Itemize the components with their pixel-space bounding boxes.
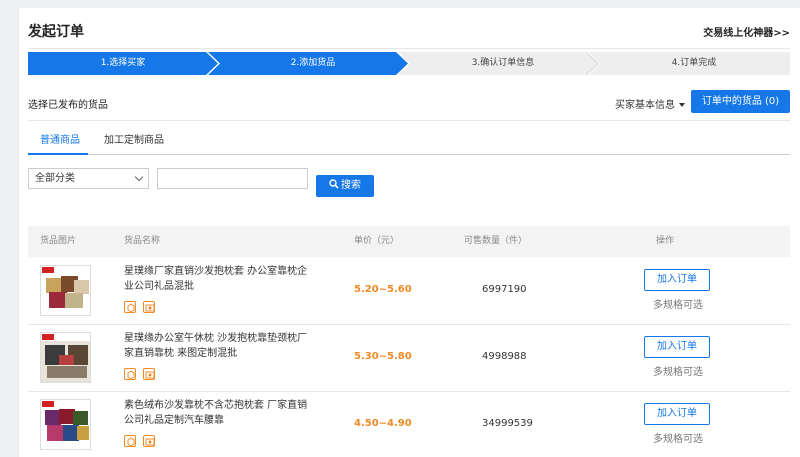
- step-3: 3.确认订单信息: [471, 58, 535, 68]
- col-name: 货品名称: [124, 236, 161, 246]
- tab-divider: [28, 154, 790, 155]
- product-qty: 6997190: [482, 284, 527, 295]
- table-row: 素色绒布沙发靠枕不含芯抱枕套 厂家直销公司礼品定制汽车腰靠 4.50~4.90 …: [28, 392, 790, 457]
- step-1: 1.选择买家: [100, 58, 146, 68]
- add-to-order-button[interactable]: 加入订单: [644, 336, 710, 358]
- store-tag-icon: [42, 334, 54, 340]
- caret-down-icon: [679, 103, 685, 107]
- store-tag-icon: [42, 267, 54, 273]
- chevron-down-icon: [134, 172, 144, 182]
- guarantee-icon: [124, 435, 136, 447]
- product-image: [40, 265, 91, 316]
- col-image: 货品图片: [40, 236, 77, 246]
- product-qty: 4998988: [482, 351, 527, 362]
- product-name[interactable]: 星璞缘厂家直销沙发抱枕套 办公室靠枕企业公司礼品混批: [124, 264, 310, 294]
- step-4: 4.订单完成: [671, 58, 717, 68]
- tab-normal-goods[interactable]: 普通商品: [40, 131, 80, 146]
- search-icon: [329, 179, 339, 189]
- image-badge-icon: [143, 301, 156, 313]
- search-input[interactable]: [157, 168, 308, 189]
- guarantee-icon: [124, 301, 136, 313]
- header-divider: [28, 48, 790, 49]
- store-tag-icon: [42, 401, 54, 407]
- col-action: 操作: [656, 236, 675, 246]
- page-title: 发起订单: [28, 24, 84, 40]
- table-header: 货品图片 货品名称 单价（元） 可售数量（件） 操作: [28, 226, 790, 257]
- toolbar-divider: [28, 120, 790, 121]
- search-button[interactable]: 搜索: [316, 175, 374, 197]
- guarantee-icon: [124, 368, 136, 380]
- product-badges: [124, 368, 159, 383]
- multi-spec-note: 多规格可选: [653, 367, 703, 378]
- product-image: [40, 332, 91, 383]
- product-qty: 34999539: [482, 418, 533, 429]
- step-progress: 1.选择买家 2.添加货品 3.确认订单信息 4.订单完成: [28, 52, 790, 75]
- buyer-info-dropdown[interactable]: 买家基本信息: [615, 96, 685, 111]
- table-row: 星璞缘办公室午休枕 沙发抱枕靠垫颈枕厂家直销靠枕 来图定制混批 5.30~5.8…: [28, 325, 790, 392]
- product-badges: [124, 301, 159, 316]
- section-title: 选择已发布的货品: [28, 100, 108, 111]
- order-goods-button[interactable]: 订单中的货品 (0): [691, 90, 790, 113]
- image-badge-icon: [143, 435, 156, 447]
- add-to-order-button[interactable]: 加入订单: [644, 403, 710, 425]
- step-2: 2.添加货品: [290, 58, 336, 68]
- tool-link[interactable]: 交易线上化神器>>: [703, 24, 790, 39]
- product-name[interactable]: 素色绒布沙发靠枕不含芯抱枕套 厂家直销公司礼品定制汽车腰靠: [124, 398, 310, 428]
- image-badge-icon: [143, 368, 156, 380]
- tab-active-indicator: [28, 153, 88, 155]
- tab-custom-goods[interactable]: 加工定制商品: [104, 131, 164, 146]
- category-select-value: 全部分类: [35, 173, 75, 184]
- search-button-label: 搜索: [341, 180, 361, 191]
- col-price: 单价（元）: [354, 236, 400, 246]
- add-to-order-button[interactable]: 加入订单: [644, 269, 710, 291]
- category-select[interactable]: 全部分类: [28, 168, 149, 189]
- multi-spec-note: 多规格可选: [653, 300, 703, 311]
- product-price: 4.50~4.90: [354, 418, 412, 429]
- product-price: 5.20~5.60: [354, 284, 412, 295]
- table-row: 星璞缘厂家直销沙发抱枕套 办公室靠枕企业公司礼品混批 5.20~5.60 699…: [28, 258, 790, 325]
- product-price: 5.30~5.80: [354, 351, 412, 362]
- multi-spec-note: 多规格可选: [653, 434, 703, 445]
- col-qty: 可售数量（件）: [464, 236, 528, 246]
- product-name[interactable]: 星璞缘办公室午休枕 沙发抱枕靠垫颈枕厂家直销靠枕 来图定制混批: [124, 331, 310, 361]
- order-panel: 发起订单 交易线上化神器>> 1.选择买家 2.添加货品 3.确认订单信息 4.…: [19, 8, 800, 457]
- product-image: [40, 399, 91, 450]
- product-badges: [124, 435, 159, 450]
- buyer-info-label: 买家基本信息: [615, 100, 675, 111]
